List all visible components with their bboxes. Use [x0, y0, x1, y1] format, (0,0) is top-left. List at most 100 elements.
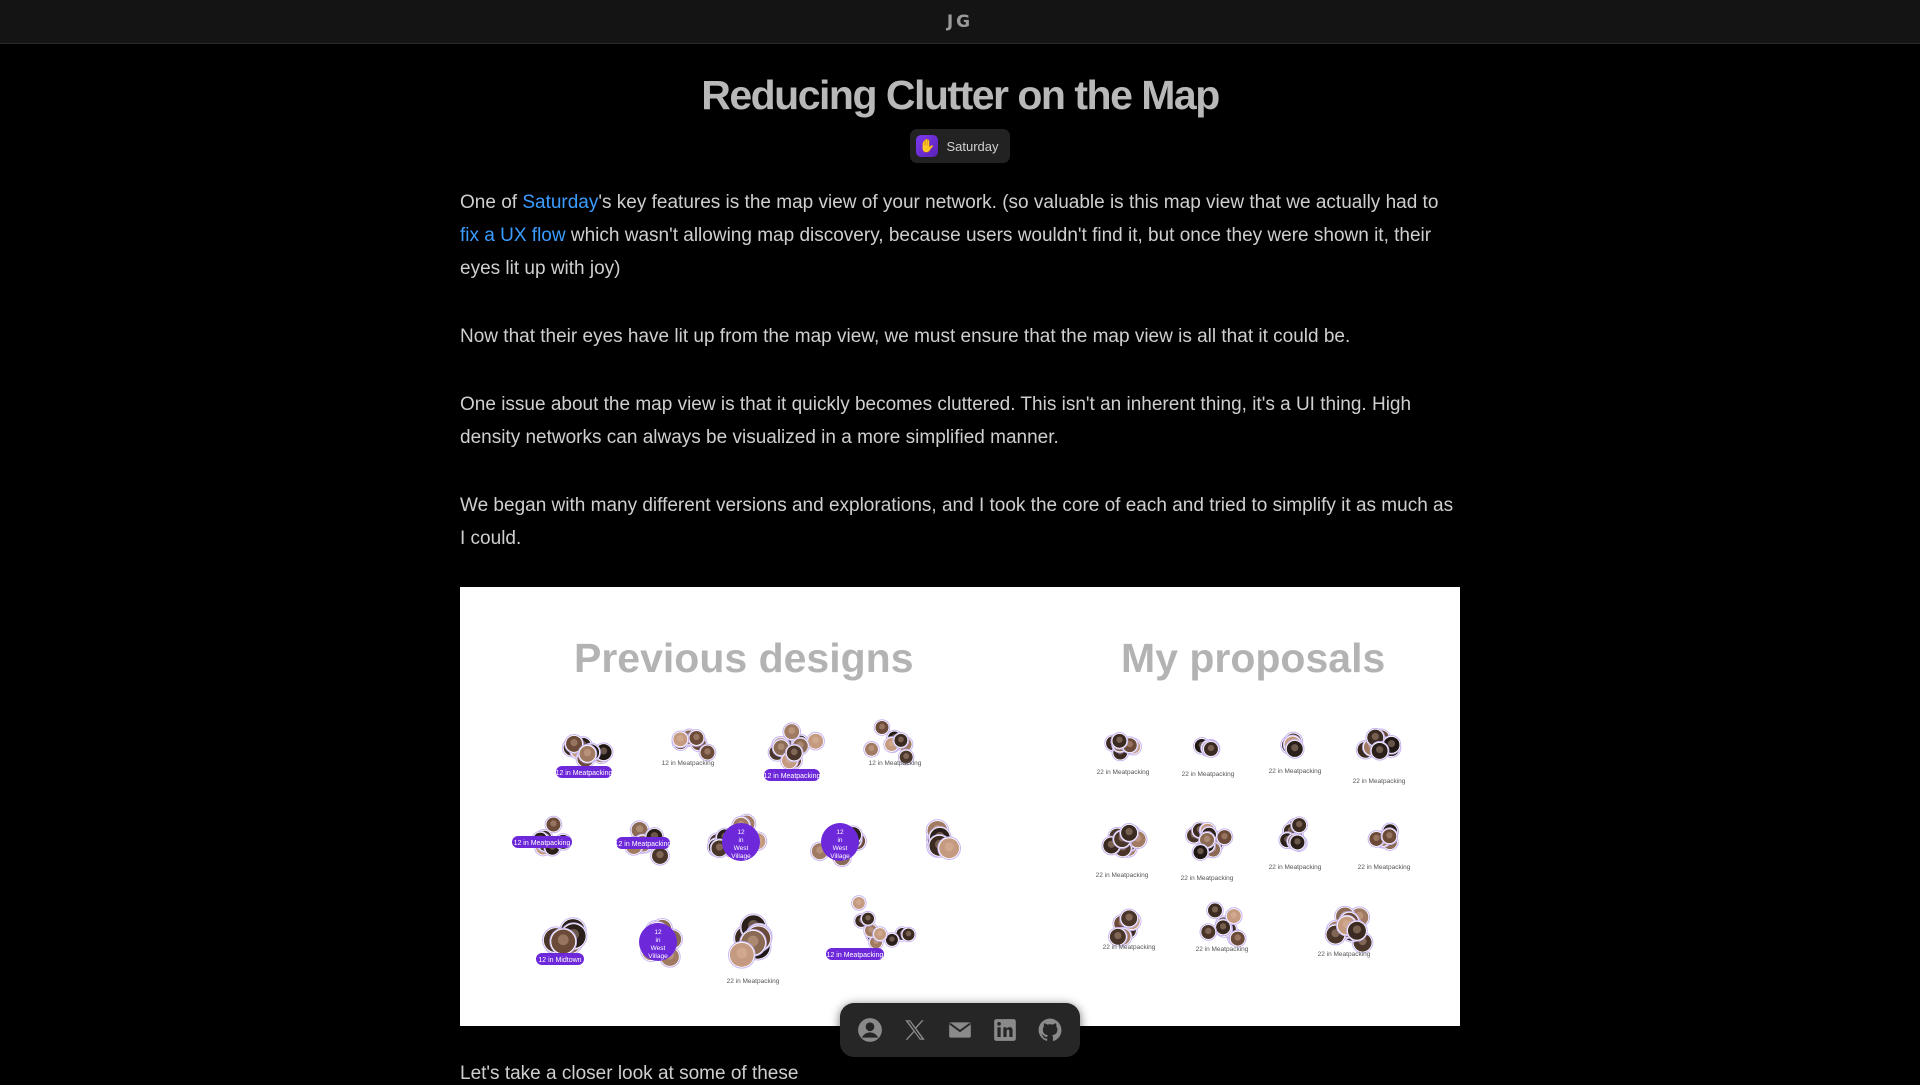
avatar-face — [1207, 744, 1215, 752]
user-circle-icon[interactable] — [855, 1015, 885, 1045]
avatar-face — [1125, 828, 1133, 836]
avatar-face — [656, 851, 664, 859]
cluster-bubble-text: West — [734, 845, 749, 852]
avatar-face — [550, 820, 557, 827]
avatar-face — [897, 736, 904, 743]
cluster-bubble-text: Village — [731, 853, 751, 860]
avatar-face — [1211, 906, 1219, 913]
paragraph-5: Let's take a closer look at some of thes… — [460, 1063, 799, 1084]
cluster-bubble-text: in — [738, 837, 743, 844]
avatar-face — [1234, 934, 1241, 941]
cluster-caption: 22 in Meatpacking — [1358, 864, 1411, 871]
avatar-face — [693, 733, 700, 741]
avatar-face — [868, 745, 875, 752]
avatar-face — [865, 915, 871, 921]
cluster-caption: 22 in Meatpacking — [1269, 864, 1322, 871]
cluster-caption: 22 in Meatpacking — [1097, 769, 1150, 776]
cluster-label-text: 12 in Meatpacking — [827, 952, 884, 959]
cluster-bubble-text: Village — [648, 953, 668, 960]
avatar-face — [557, 934, 569, 946]
avatar-face — [879, 723, 885, 730]
page-title: Reducing Clutter on the Map — [701, 72, 1220, 118]
paragraph-2: Now that their eyes have lit up from the… — [460, 326, 1351, 347]
cluster-bubble-text: West — [833, 845, 848, 852]
social-dock — [840, 1003, 1080, 1057]
intro-text-3: which wasn't allowing map discovery, bec… — [460, 225, 1432, 279]
avatar-face — [583, 749, 592, 757]
avatar-face — [790, 748, 798, 756]
cluster-bubble-text: Village — [830, 853, 850, 860]
avatar-face — [777, 743, 785, 751]
cluster-caption: 22 in Meatpacking — [1353, 778, 1406, 785]
article: Reducing Clutter on the Map ✋ Saturday O… — [460, 44, 1460, 555]
waving-hand-icon: ✋ — [916, 135, 939, 157]
project-tag[interactable]: ✋ Saturday — [910, 129, 1010, 163]
avatar-face — [1221, 832, 1228, 840]
tag-wrapper: ✋ Saturday — [460, 129, 1460, 163]
avatar-face — [1376, 746, 1384, 754]
cluster-label-text: 12 in Midtown — [538, 957, 581, 964]
avatar-face — [1203, 835, 1211, 843]
intro-text-1: One of — [460, 192, 523, 213]
avatar-face — [704, 748, 711, 755]
cluster-caption: 22 in Meatpacking — [1196, 946, 1249, 953]
avatar-face — [1352, 925, 1361, 934]
project-tag-label: Saturday — [946, 138, 999, 154]
avatar-face — [736, 947, 748, 959]
avatar-face — [570, 739, 578, 747]
cluster-caption: 12 in Meatpacking — [869, 760, 922, 767]
top-bar: JG — [0, 0, 1920, 44]
avatar-face — [1114, 931, 1122, 940]
avatar-face — [1230, 911, 1237, 919]
ux-flow-link[interactable]: fix a UX flow — [460, 225, 566, 246]
paragraph-4: We began with many different versions an… — [460, 495, 1454, 549]
github-icon[interactable] — [1035, 1015, 1065, 1045]
avatar-face — [889, 936, 895, 942]
site-logo[interactable]: JG — [947, 12, 973, 32]
saturday-link[interactable]: Saturday — [522, 192, 598, 213]
avatar-face — [1197, 847, 1204, 855]
avatar-face — [1294, 838, 1301, 845]
avatar-face — [1116, 736, 1123, 743]
linkedin-icon[interactable] — [990, 1015, 1020, 1045]
avatar-face — [1296, 820, 1303, 828]
cluster-bubble-text: West — [651, 945, 666, 952]
cluster-caption: 22 in Meatpacking — [1269, 768, 1322, 775]
cluster-caption: 22 in Meatpacking — [1103, 944, 1156, 951]
cluster-caption: 22 in Meatpacking — [727, 978, 780, 985]
cluster-caption: 22 in Meatpacking — [1096, 872, 1149, 879]
avatar-face — [856, 899, 862, 905]
cluster-label-text: 12 in Meatpacking — [764, 773, 821, 780]
cluster-bubble-text: 12 — [836, 829, 844, 836]
cluster-label-text: 12 in Meatpacking — [556, 770, 613, 777]
cluster-bubble-text: 12 — [654, 929, 662, 936]
mail-icon[interactable] — [945, 1015, 975, 1045]
cluster-caption: 22 in Meatpacking — [1182, 771, 1235, 778]
intro-text-2: 's key features is the map view of your … — [598, 192, 1439, 213]
cluster-caption: 12 in Meatpacking — [662, 760, 715, 767]
avatar-face — [1205, 927, 1212, 935]
avatar-face — [788, 727, 796, 734]
avatar-face — [903, 753, 910, 760]
avatar-face — [635, 825, 644, 833]
avatar-face — [1386, 832, 1393, 839]
avatar-face — [877, 930, 883, 936]
avatar-face — [715, 843, 724, 851]
cluster-label-text: 12 in Meatpacking — [514, 840, 571, 847]
avatar-face — [677, 735, 684, 742]
cluster-bubble-text: in — [655, 937, 660, 944]
paragraph-3: One issue about the map view is that it … — [460, 394, 1412, 448]
cluster-illustrations: 12 in Meatpacking 12 in Meatpacking 12 in … — [512, 719, 1411, 985]
avatar-face — [1125, 913, 1133, 921]
x-logo-icon[interactable] — [900, 1015, 930, 1045]
avatar-face — [944, 842, 954, 852]
cluster-bubble-text: 12 — [737, 829, 745, 836]
cluster-label-text: 12 in Meatpacking — [615, 841, 672, 848]
avatar-face — [1291, 744, 1299, 752]
avatar-face — [600, 747, 608, 755]
avatar-face — [1373, 834, 1380, 842]
paragraph-intro: One of Saturday's key features is the ma… — [460, 186, 1460, 285]
cluster-bubble-text: in — [837, 837, 842, 844]
cluster-caption: 22 in Meatpacking — [1318, 951, 1371, 958]
avatar-face — [812, 736, 819, 744]
